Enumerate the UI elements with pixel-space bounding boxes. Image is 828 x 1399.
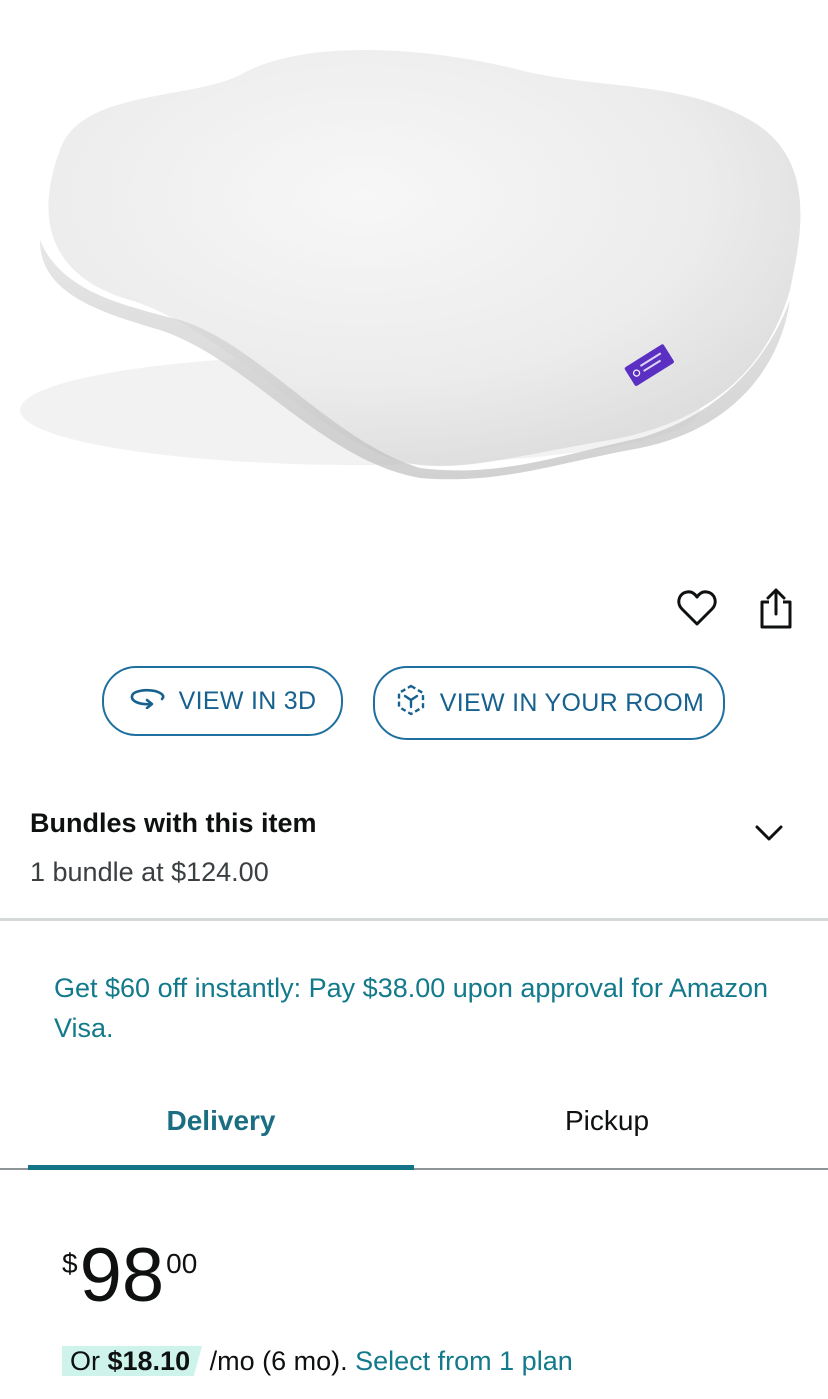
- section-divider: [0, 918, 828, 921]
- view-in-your-room-button[interactable]: VIEW IN YOUR ROOM: [373, 666, 725, 740]
- share-icon[interactable]: [752, 584, 800, 632]
- view-in-3d-button[interactable]: VIEW IN 3D: [102, 666, 343, 736]
- installment-terms: /mo (6 mo).: [202, 1346, 356, 1376]
- chevron-down-icon[interactable]: [748, 812, 790, 854]
- installment-plan: Or $18.10 /mo (6 mo). Select from 1 plan: [62, 1342, 573, 1380]
- view-in-3d-label: VIEW IN 3D: [178, 686, 317, 715]
- price-fraction: 00: [166, 1248, 198, 1279]
- visa-promo-link[interactable]: Get $60 off instantly: Pay $38.00 upon a…: [54, 968, 784, 1048]
- bundles-subtitle: 1 bundle at $124.00: [30, 857, 269, 887]
- installment-highlight: Or $18.10: [62, 1346, 203, 1376]
- bundles-title[interactable]: Bundles with this item: [30, 808, 317, 839]
- price-currency-symbol: $: [62, 1248, 78, 1279]
- product-image[interactable]: [0, 0, 828, 560]
- ar-cube-icon: [394, 683, 428, 724]
- price-whole: 98: [79, 1233, 165, 1318]
- installment-amount: $18.10: [107, 1346, 191, 1376]
- view-in-your-room-label: VIEW IN YOUR ROOM: [439, 688, 705, 717]
- tab-delivery[interactable]: Delivery: [28, 1100, 414, 1152]
- select-plan-link[interactable]: Select from 1 plan: [355, 1346, 573, 1376]
- price: $ 98 00: [62, 1236, 197, 1316]
- active-tab-indicator: [28, 1165, 414, 1170]
- wishlist-heart-icon[interactable]: [673, 584, 721, 632]
- installment-prefix: Or: [70, 1346, 108, 1376]
- tab-pickup[interactable]: Pickup: [414, 1100, 800, 1152]
- rotate-3d-icon: [129, 687, 167, 716]
